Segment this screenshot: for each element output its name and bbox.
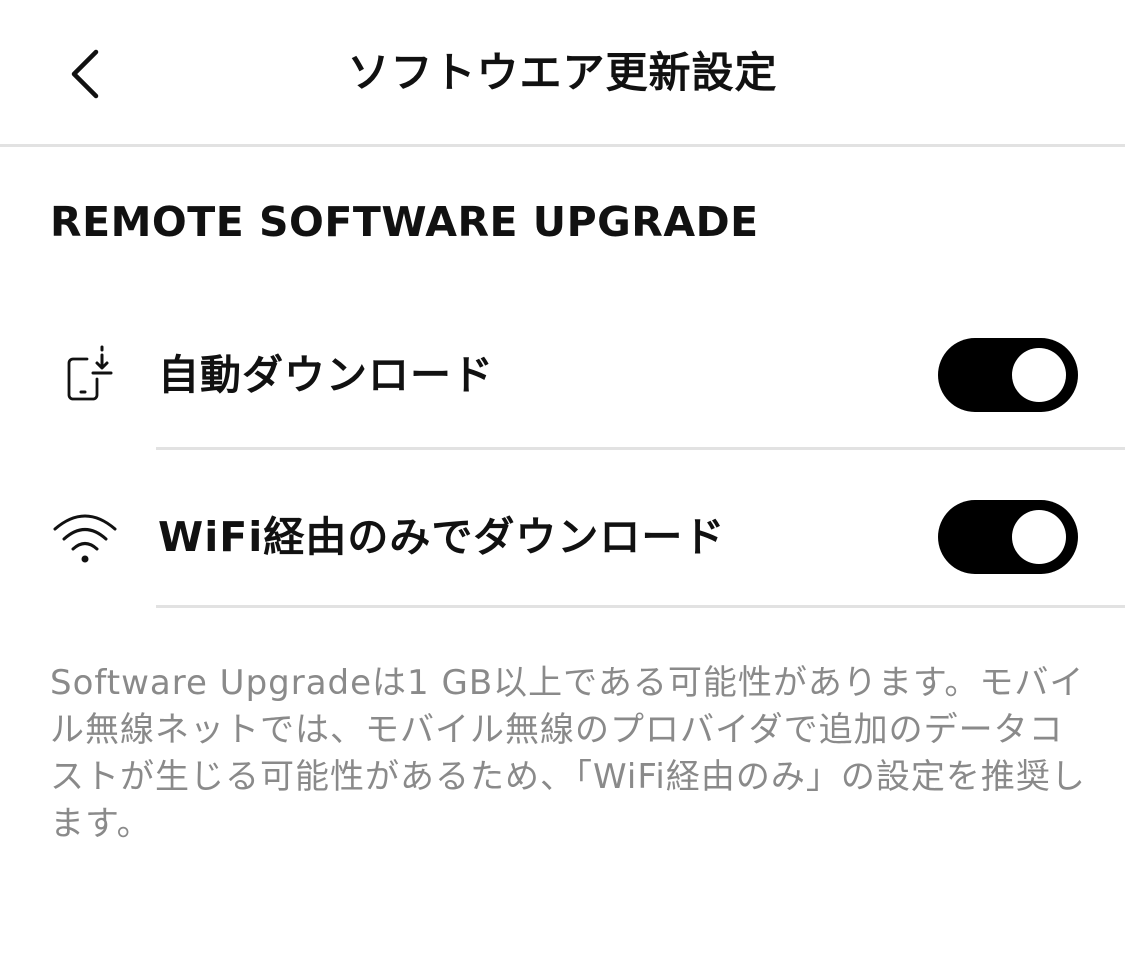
header-divider xyxy=(0,144,1125,147)
wifi-only-label: WiFi経由のみでダウンロード xyxy=(158,513,726,561)
toggle-knob xyxy=(1012,510,1066,564)
row-divider xyxy=(156,605,1125,608)
toggle-knob xyxy=(1012,348,1066,402)
phone-download-icon xyxy=(48,338,122,412)
data-cost-note: Software Upgradeは1 GB以上である可能性があります。モバイル無… xyxy=(50,663,1086,844)
software-update-settings-screen: ソフトウエア更新設定 REMOTE SOFTWARE UPGRADE 自動ダウン… xyxy=(0,0,1125,971)
row-divider xyxy=(156,447,1125,450)
page-title: ソフトウエア更新設定 xyxy=(347,48,778,97)
setting-row-auto-download: 自動ダウンロード xyxy=(0,296,1125,454)
wifi-icon xyxy=(48,500,122,574)
section-heading: REMOTE SOFTWARE UPGRADE xyxy=(50,198,759,246)
setting-row-wifi-only: WiFi経由のみでダウンロード xyxy=(0,456,1125,614)
wifi-only-toggle[interactable] xyxy=(938,500,1078,574)
header: ソフトウエア更新設定 xyxy=(0,0,1125,147)
auto-download-toggle[interactable] xyxy=(938,338,1078,412)
auto-download-label: 自動ダウンロード xyxy=(158,351,494,399)
